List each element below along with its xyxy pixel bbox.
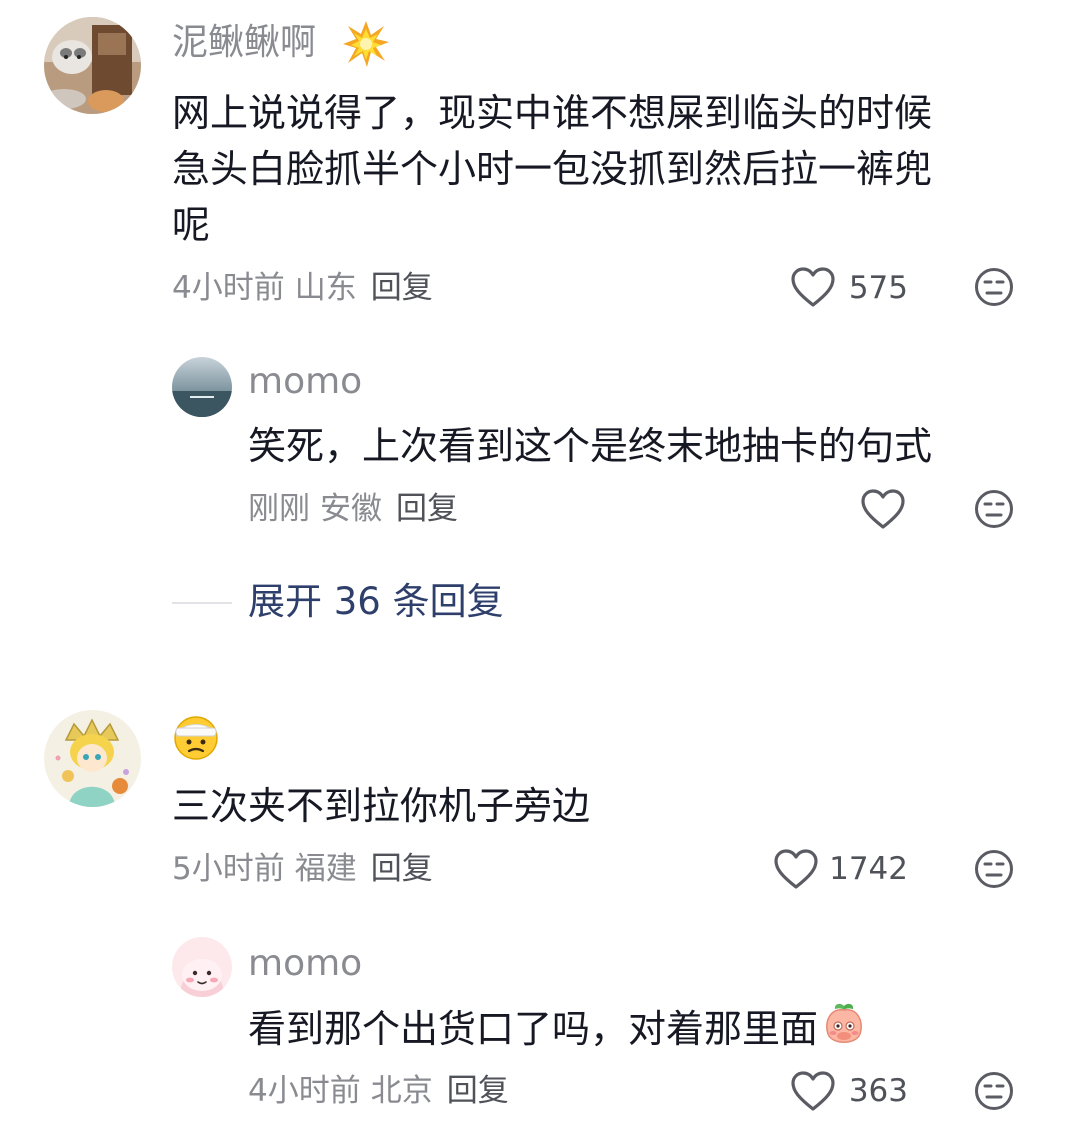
avatar[interactable] xyxy=(172,357,232,417)
like-count: 1742 xyxy=(829,851,908,887)
dislike-button[interactable] xyxy=(974,267,1014,307)
comment-location: 安徽 xyxy=(320,491,382,527)
expand-replies-button[interactable]: 展开 36 条回复 xyxy=(248,580,504,624)
peach-shy-emoji-icon xyxy=(820,1000,868,1048)
meh-face-icon xyxy=(975,1072,1013,1110)
avatar[interactable] xyxy=(44,710,141,807)
comment-meta: 5小时前 福建 回复 xyxy=(172,849,433,889)
comment-meta: 刚刚 安徽 回复 xyxy=(248,489,458,529)
reply-text: 笑死，上次看到这个是终末地抽卡的句式 xyxy=(248,424,933,468)
reply-text: 看到那个出货口了吗，对着那里面 xyxy=(248,1000,868,1057)
reply-button[interactable]: 回复 xyxy=(371,270,433,306)
comment-text: 三次夹不到拉你机子旁边 xyxy=(172,784,591,828)
comment-location: 山东 xyxy=(294,270,357,306)
reply-button[interactable]: 回复 xyxy=(371,851,433,887)
dislike-button[interactable] xyxy=(974,489,1014,529)
reply-button[interactable]: 回复 xyxy=(396,491,458,527)
expand-divider xyxy=(172,602,232,604)
comment-location: 北京 xyxy=(370,1073,433,1109)
like-button[interactable] xyxy=(860,487,906,531)
like-count: 363 xyxy=(848,1073,908,1109)
heart-outline-icon xyxy=(861,489,905,529)
commenter-name[interactable]: 泥鳅鳅啊 xyxy=(172,22,316,64)
comment-text-line: 呢 xyxy=(172,203,211,247)
avatar[interactable] xyxy=(44,17,141,114)
comment-time: 4小时前 xyxy=(172,270,285,306)
meh-face-icon xyxy=(975,490,1013,528)
comment-meta: 4小时前 山东 回复 xyxy=(172,268,433,308)
meh-face-icon xyxy=(975,268,1013,306)
avatar[interactable] xyxy=(172,937,232,997)
meh-face-icon xyxy=(975,850,1013,888)
reply-button[interactable]: 回复 xyxy=(447,1073,509,1109)
comment-text-line: 网上说说得了，现实中谁不想屎到临头的时候 xyxy=(172,91,933,135)
comment-location: 福建 xyxy=(294,851,357,887)
comment-text-line: 急头白脸抓半个小时一包没抓到然后拉一裤兜 xyxy=(172,147,933,191)
comment-meta: 4小时前 北京 回复 xyxy=(248,1071,509,1111)
bandaged-face-emoji-icon xyxy=(172,714,220,762)
comment-time: 5小时前 xyxy=(172,851,285,887)
comment-text: 网上说说得了，现实中谁不想屎到临头的时候 急头白脸抓半个小时一包没抓到然后拉一裤… xyxy=(172,85,1052,253)
commenter-name[interactable]: momo xyxy=(248,943,362,985)
comment-time: 刚刚 xyxy=(248,491,310,527)
commenter-name[interactable]: momo xyxy=(248,361,362,403)
dislike-button[interactable] xyxy=(974,849,1014,889)
dislike-button[interactable] xyxy=(974,1071,1014,1111)
like-count: 575 xyxy=(848,270,908,306)
explosion-emoji-icon xyxy=(342,20,390,68)
comment-time: 4小时前 xyxy=(248,1073,361,1109)
